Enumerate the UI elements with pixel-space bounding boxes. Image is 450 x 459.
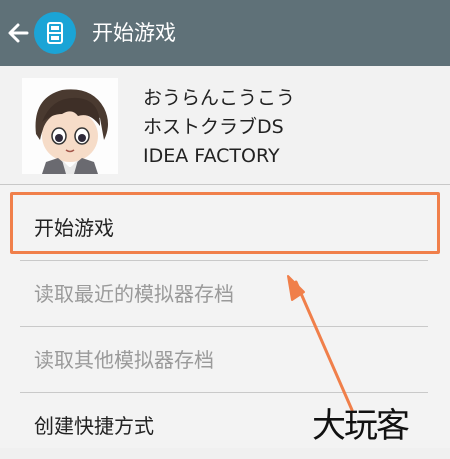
game-title-subtitle: ホストクラブDS (143, 116, 284, 138)
menu-item-label: 创建快捷方式 (34, 414, 154, 438)
menu-item-label: 读取其他模拟器存档 (34, 348, 214, 372)
menu-item-load-recent-save[interactable]: 读取最近的模拟器存档 (20, 261, 428, 327)
top-toolbar: 开始游戏 (0, 0, 450, 66)
highlight-box (10, 192, 440, 254)
game-publisher: IDEA FACTORY (143, 145, 280, 167)
game-cover-image (22, 78, 118, 174)
game-info: おうらんこうこう ホストクラブDS IDEA FACTORY (143, 84, 295, 171)
game-title-japanese: おうらんこうこう (143, 87, 296, 109)
toolbar-title: 开始游戏 (92, 21, 176, 45)
ds-console-icon[interactable] (34, 12, 76, 54)
game-info-header: おうらんこうこう ホストクラブDS IDEA FACTORY (0, 66, 450, 185)
menu-item-load-other-save[interactable]: 读取其他模拟器存档 (20, 327, 428, 393)
arrow-left-icon[interactable] (6, 18, 30, 48)
menu-item-label: 读取最近的模拟器存档 (34, 282, 234, 306)
watermark-text: 大玩客 (312, 406, 410, 446)
